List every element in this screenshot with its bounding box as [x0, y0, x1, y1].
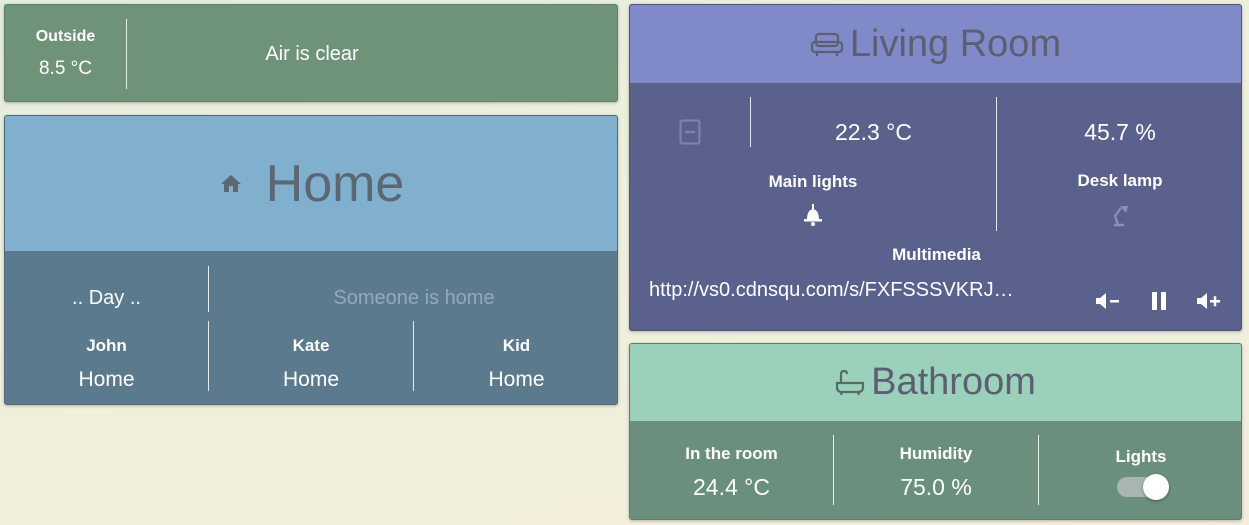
bath-humidity: 75.0 % [900, 473, 972, 500]
bathroom-card: Bathroom In the room 24.4 °C Humidity 75… [629, 343, 1242, 520]
living-room-header: Living Room [630, 5, 1241, 83]
bath-humidity-cell[interactable]: Humidity 75.0 % [834, 424, 1038, 519]
person-status: Home [488, 368, 545, 391]
pause-icon [1151, 291, 1167, 311]
volume-up-button[interactable] [1191, 285, 1227, 317]
outside-temperature: 8.5 °C [38, 58, 92, 79]
volume-down-icon [1095, 291, 1121, 311]
person-name: John [86, 336, 127, 355]
bathroom-header: Bathroom [630, 344, 1241, 421]
lights-toggle[interactable] [1117, 474, 1169, 500]
bathtub-icon [835, 369, 865, 397]
time-of-day: .. Day .. [72, 286, 141, 309]
air-quality-cell[interactable]: Air is clear [127, 5, 497, 101]
living-room-title: Living Room [849, 22, 1062, 65]
living-humidity: 45.7 % [1084, 118, 1156, 145]
toggle-knob [1143, 474, 1169, 500]
home-icon [218, 172, 244, 196]
air-quality-text: Air is clear [265, 42, 359, 65]
door-sensor-cell[interactable] [630, 93, 750, 171]
living-room-card: Living Room 22.3 °C 45.7 % Main lights D… [629, 4, 1242, 331]
person-status: Home [78, 368, 135, 391]
bath-lights-cell: Lights [1039, 424, 1241, 519]
ceiling-light-icon [803, 204, 823, 226]
living-temperature: 22.3 °C [835, 118, 912, 145]
outside-label: Outside [35, 28, 96, 45]
desk-lamp-label: Desk lamp [1077, 171, 1163, 190]
door-icon [679, 119, 701, 145]
bath-temperature: 24.4 °C [693, 473, 770, 500]
living-humidity-cell[interactable]: 45.7 % [997, 93, 1241, 171]
volume-down-button[interactable] [1090, 285, 1126, 317]
outside-card: Outside 8.5 °C Air is clear [4, 4, 618, 102]
multimedia-label: Multimedia [892, 245, 981, 264]
sofa-icon [810, 30, 844, 58]
living-temperature-cell[interactable]: 22.3 °C [751, 93, 996, 171]
person-status: Home [282, 368, 340, 391]
pause-button[interactable] [1141, 285, 1177, 317]
person-name: Kid [502, 336, 531, 355]
lights-label: Lights [1115, 447, 1167, 466]
in-room-label: In the room [685, 443, 778, 463]
person-john[interactable]: John Home [5, 321, 208, 404]
home-header: Home [5, 116, 617, 251]
main-lights-label: Main lights [768, 172, 858, 191]
media-url: http://vs0.cdnsqu.com/s/FXFSSSVKRJ… [649, 279, 1014, 301]
main-lights-button[interactable]: Main lights [630, 163, 996, 235]
humidity-label: Humidity [899, 443, 973, 463]
volume-up-icon [1196, 291, 1222, 311]
home-card: Home .. Day .. Someone is home John Home… [4, 115, 618, 405]
person-kid[interactable]: Kid Home [414, 321, 617, 404]
desk-lamp-button[interactable]: Desk lamp [997, 163, 1241, 235]
bathroom-title: Bathroom [871, 361, 1036, 403]
presence-status: Someone is home [333, 286, 495, 309]
person-kate[interactable]: Kate Home [209, 321, 413, 404]
bath-temperature-cell[interactable]: In the room 24.4 °C [630, 424, 833, 519]
outside-temperature-cell[interactable]: Outside 8.5 °C [5, 5, 126, 101]
multimedia-heading: Multimedia [630, 241, 1241, 269]
home-title: Home [265, 154, 405, 213]
person-name: Kate [292, 336, 330, 355]
desk-lamp-icon [1109, 203, 1131, 227]
